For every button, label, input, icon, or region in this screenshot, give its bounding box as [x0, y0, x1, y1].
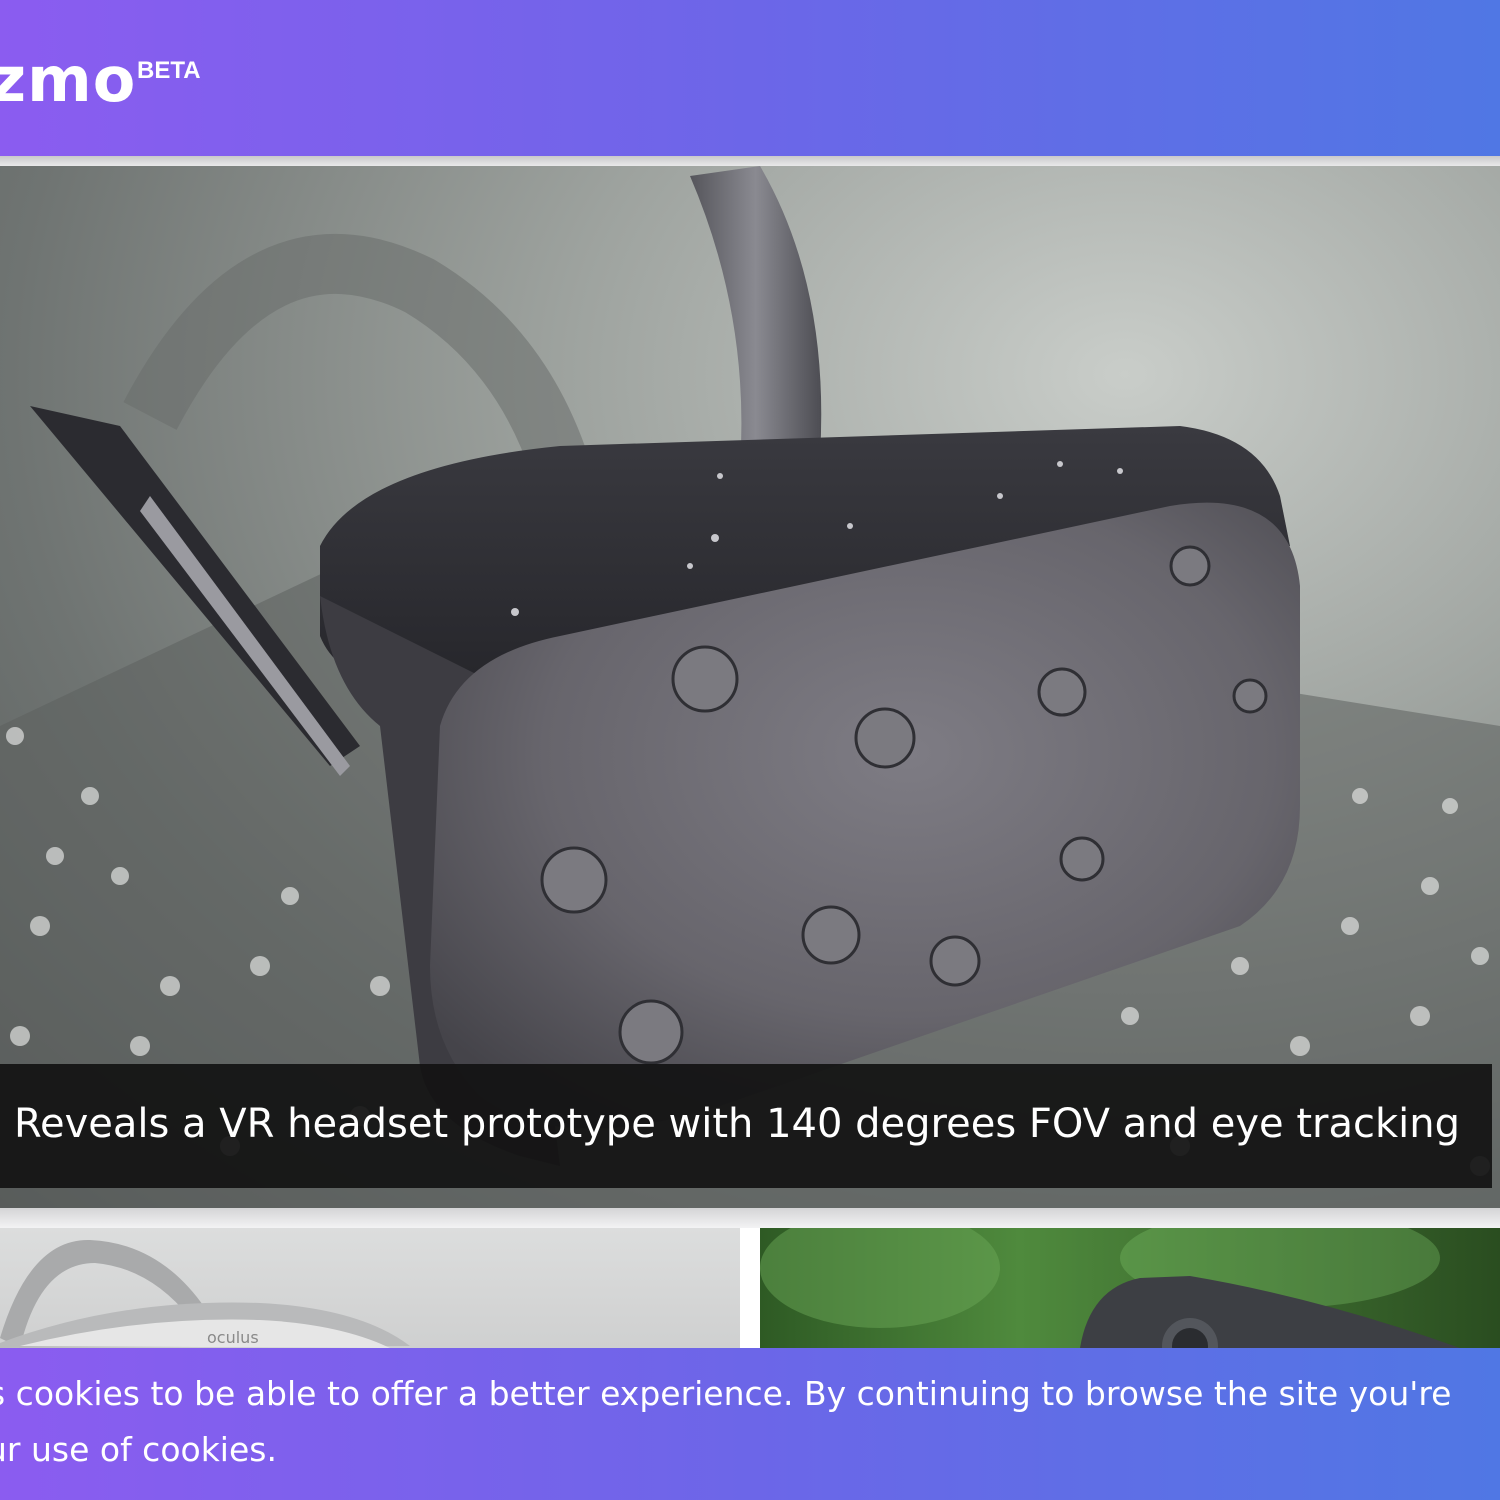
site-header: zmo BETA: [0, 0, 1500, 156]
featured-article-title[interactable]: s Reveals a VR headset prototype with 14…: [0, 1094, 1460, 1154]
beta-badge: BETA: [137, 57, 201, 84]
article-card[interactable]: [760, 1228, 1500, 1348]
oculus-brand-text: oculus: [207, 1328, 259, 1347]
cookie-notice-text: s cookies to be able to offer a better e…: [0, 1374, 1452, 1413]
cookie-notice-text: ur use of cookies.: [0, 1430, 277, 1469]
vr-headset-photo: [0, 166, 1500, 1208]
site-logo[interactable]: zmo: [0, 40, 136, 120]
header-shadow: [0, 156, 1500, 166]
vr-headset-green-photo: [760, 1228, 1460, 1348]
article-card[interactable]: oculus: [0, 1228, 740, 1348]
oculus-go-headset-photo: [0, 1239, 410, 1348]
featured-article[interactable]: s Reveals a VR headset prototype with 14…: [0, 166, 1500, 1208]
section-divider: [0, 1208, 1500, 1228]
featured-caption[interactable]: s Reveals a VR headset prototype with 14…: [0, 1064, 1492, 1188]
cookie-notice[interactable]: s cookies to be able to offer a better e…: [0, 1348, 1500, 1500]
